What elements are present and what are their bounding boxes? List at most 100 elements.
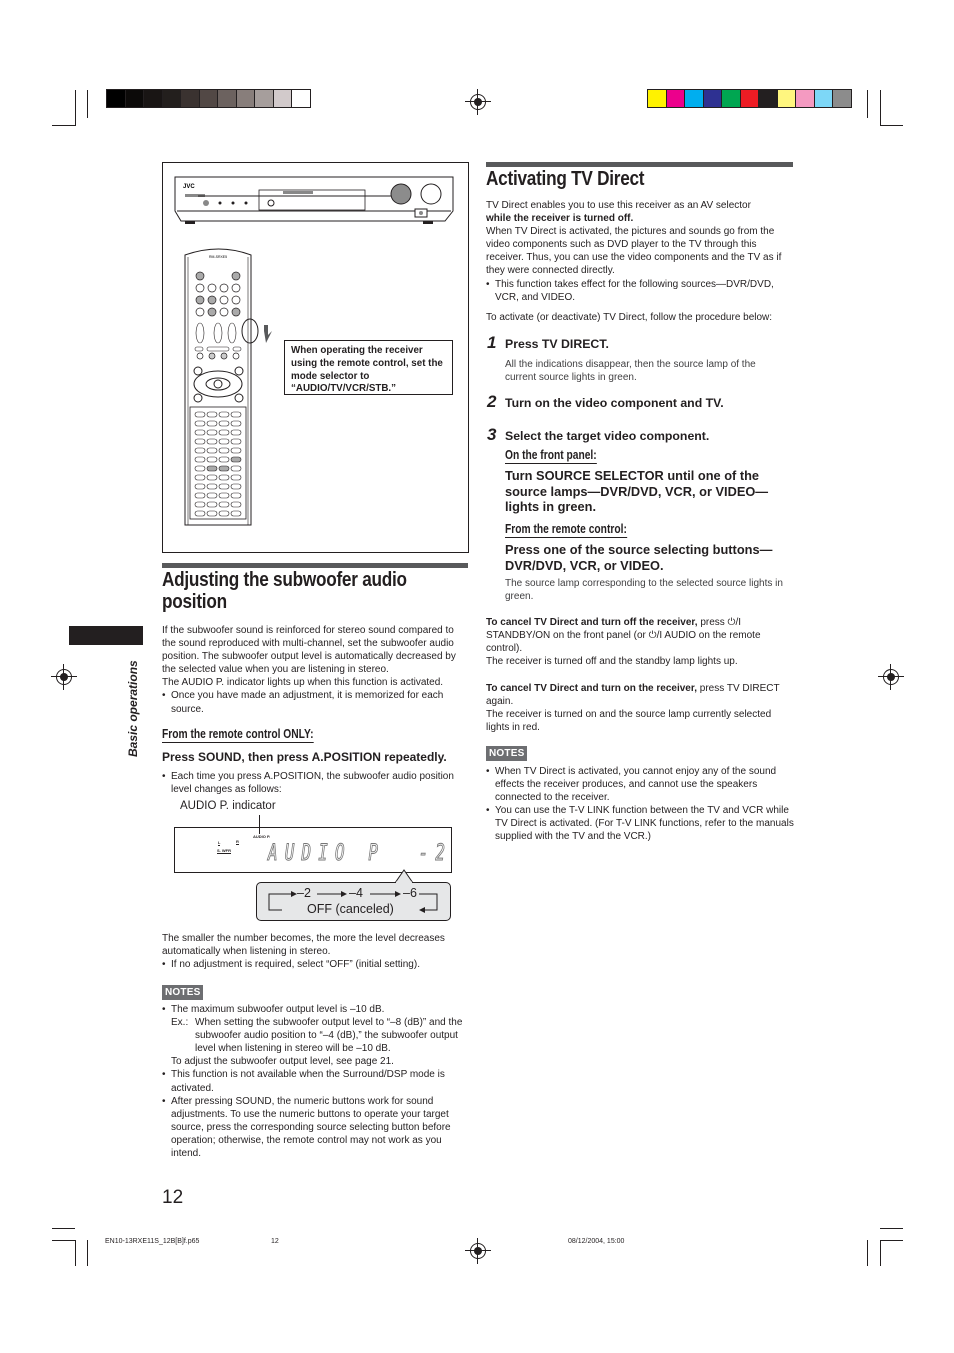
page-number: 12 [162, 1187, 184, 1208]
process-color-bar [647, 89, 852, 108]
remote-button-icon [230, 510, 242, 517]
remote-button-icon [219, 307, 229, 317]
notes-badge: NOTES [162, 985, 204, 1000]
remote-button-icon [206, 456, 218, 463]
remote-button-icon [195, 271, 205, 281]
level-cycle-bubble: –2 –4 –6 OFF (canceled) [256, 882, 451, 921]
color-swatch [181, 90, 200, 107]
bubble-pointer [394, 869, 414, 883]
color-swatch [648, 90, 667, 107]
step-title: Select the target video component. [505, 429, 710, 443]
color-swatch [666, 90, 685, 107]
crop-mark [880, 1228, 903, 1229]
remote-button-icon [206, 346, 230, 352]
remote-button-icon [195, 283, 205, 293]
color-swatch [125, 90, 144, 107]
color-swatch [273, 90, 292, 107]
remote-button-icon [206, 474, 218, 481]
remote-button-icon [207, 307, 217, 317]
remote-only-subhead: From the remote control ONLY: [162, 727, 314, 743]
color-swatch [144, 90, 163, 107]
remote-button-icon [218, 438, 230, 445]
remote-button-icon [206, 411, 218, 418]
step-description: All the indications disappear, then the … [505, 359, 756, 384]
step-number: 3 [487, 425, 497, 444]
remote-button-icon [218, 465, 230, 472]
audio-p-indicator-label: AUDIO P. indicator [180, 800, 276, 812]
footer-file-page: 12 [271, 1238, 279, 1245]
tv-direct-notes: When TV Direct is activated, you cannot … [486, 765, 794, 844]
section-rule [162, 563, 468, 568]
section-title-tv-direct: Activating TV Direct [486, 168, 645, 190]
remote-button-icon [230, 420, 242, 427]
notes-badge: NOTES [486, 746, 528, 761]
remote-button-icon [194, 510, 206, 517]
instruction-step: Press SOUND, then press A.POSITION repea… [162, 750, 447, 764]
remote-button-icon [219, 283, 229, 293]
instruction-bullet: Each time you press A.POSITION, the subw… [162, 770, 470, 796]
receiver-remote-figure: JVC RM-SRXE5 When operating the receiver… [162, 162, 469, 553]
remote-button-icon [230, 447, 242, 454]
remote-button-icon [194, 474, 206, 481]
remote-button-icon [230, 501, 242, 508]
color-swatch [255, 90, 274, 107]
remote-button-icon [232, 346, 242, 352]
lcd-readout: AUDIO P -2 [268, 841, 453, 867]
remote-button-icon [218, 447, 230, 454]
step-number: 1 [487, 333, 497, 352]
grayscale-color-bar [106, 89, 311, 108]
receiver-brand: JVC [183, 184, 195, 190]
color-swatch [292, 90, 310, 107]
remote-button-icon [206, 465, 218, 472]
remote-button-icon [231, 283, 241, 293]
step-title: Press TV DIRECT. [505, 337, 609, 351]
color-swatch [814, 90, 833, 107]
remote-button-icon [230, 465, 242, 472]
remote-button-icon [194, 411, 206, 418]
remote-button-icon [218, 420, 230, 427]
remote-button-icon [207, 295, 217, 305]
crop-mark [52, 1228, 75, 1229]
remote-button-icon [218, 492, 230, 499]
remote-button-icon [231, 307, 241, 317]
color-swatch [833, 90, 851, 107]
subwoofer-intro: If the subwoofer sound is reinforced for… [162, 624, 470, 716]
crop-mark [880, 1240, 881, 1266]
color-swatch [759, 90, 778, 107]
remote-button-icon [232, 352, 240, 360]
remote-button-icon [227, 322, 237, 344]
color-swatch [740, 90, 759, 107]
crop-mark [880, 1240, 903, 1241]
remote-button-icon [194, 447, 206, 454]
remote-button-icon [230, 474, 242, 481]
color-swatch [796, 90, 815, 107]
registration-mark-icon [465, 1238, 491, 1264]
tv-direct-intro: TV Direct enables you to use this receiv… [486, 199, 794, 324]
section-tab-block [69, 626, 143, 645]
remote-button-icon [194, 465, 206, 472]
remote-button-icon [230, 438, 242, 445]
remote-button-icon [195, 295, 205, 305]
cycle-value: –6 [403, 886, 417, 900]
remote-button-icon [230, 483, 242, 490]
crop-mark [75, 1240, 76, 1266]
remote-button-icon [218, 456, 230, 463]
crop-mark [87, 1240, 88, 1266]
crop-mark [52, 125, 75, 126]
remote-button-icon [194, 438, 206, 445]
remote-button-icon [218, 483, 230, 490]
remote-button-icon [194, 501, 206, 508]
svg-text:RM-SRXE5: RM-SRXE5 [209, 255, 227, 259]
remote-button-icon [218, 474, 230, 481]
remote-button-icon [194, 420, 206, 427]
remote-button-icon [208, 352, 216, 360]
remote-button-icon [218, 411, 230, 418]
remote-button-icon [230, 429, 242, 436]
remote-button-icon [194, 492, 206, 499]
step-title: Turn on the video component and TV. [505, 396, 724, 410]
registration-mark-icon [878, 664, 904, 690]
crop-mark [867, 90, 868, 118]
remote-button-icon [194, 346, 204, 352]
registration-mark-icon [51, 664, 77, 690]
remote-button-icon [206, 483, 218, 490]
